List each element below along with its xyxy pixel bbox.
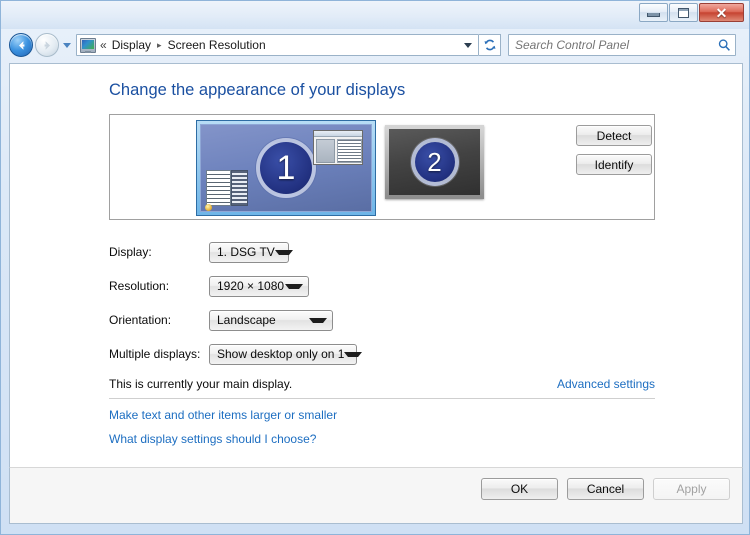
display-dropdown-value: 1. DSG TV (217, 245, 275, 259)
breadcrumb-item-screen-resolution[interactable]: Screen Resolution (168, 38, 266, 52)
window-thumbnail-body (316, 139, 362, 163)
breadcrumb-item-display[interactable]: Display (112, 38, 151, 52)
monitor-preview-2[interactable]: 2 (385, 125, 484, 199)
search-icon[interactable] (717, 38, 731, 52)
status-row: This is currently your main display. Adv… (109, 377, 655, 391)
detect-button[interactable]: Detect (576, 125, 652, 146)
maximize-button[interactable] (669, 3, 698, 22)
refresh-icon (484, 39, 495, 51)
minimize-button[interactable] (639, 3, 668, 22)
maximize-icon (678, 7, 689, 18)
refresh-button[interactable] (479, 34, 501, 56)
monitor-1-window-thumbnail (313, 130, 363, 165)
resolution-dropdown-value: 1920 × 1080 (217, 279, 285, 293)
main-display-status: This is currently your main display. (109, 377, 293, 391)
chevron-down-icon (309, 317, 327, 323)
chevron-down-icon (274, 249, 293, 255)
thumbnail-left-pane (316, 139, 335, 163)
monitor-preview-1[interactable]: 1 (197, 121, 375, 215)
navigation-bar: « Display ▸ Screen Resolution (2, 29, 750, 61)
divider (109, 398, 655, 399)
resolution-label: Resolution: (109, 279, 170, 293)
search-input[interactable] (515, 38, 717, 52)
search-box[interactable] (508, 34, 736, 56)
orientation-label: Orientation: (109, 313, 172, 327)
resolution-dropdown[interactable]: 1920 × 1080 (209, 275, 309, 297)
window-frame: ✕ « Display ▸ Screen Resolution Search C… (0, 0, 750, 535)
display-row: Display: 1. DSG TV (109, 241, 293, 263)
orientation-dropdown-value: Landscape (217, 313, 276, 327)
display-icon (80, 37, 96, 53)
multiple-displays-row: Multiple displays: Show desktop only on … (109, 343, 363, 365)
multiple-displays-dropdown-value: Show desktop only on 1 (217, 347, 345, 361)
chevron-down-icon (344, 351, 363, 357)
what-display-settings-link[interactable]: What display settings should I choose? (109, 432, 316, 446)
startmenu-left-pane (206, 170, 231, 206)
address-bar[interactable]: « Display ▸ Screen Resolution (76, 34, 479, 56)
history-dropdown-icon[interactable] (63, 42, 71, 48)
display-arrangement-panel[interactable]: 1 2 (109, 114, 655, 220)
multiple-displays-dropdown[interactable]: Show desktop only on 1 (209, 343, 363, 365)
display-dropdown[interactable]: 1. DSG TV (209, 241, 293, 263)
apply-button: Apply (653, 478, 730, 500)
resolution-row: Resolution: 1920 × 1080 (109, 275, 309, 297)
address-dropdown-icon[interactable] (464, 42, 472, 48)
monitor-1-startmenu-thumbnail (206, 170, 248, 206)
close-button[interactable]: ✕ (699, 3, 744, 22)
advanced-settings-link[interactable]: Advanced settings (557, 377, 655, 391)
window-controls: ✕ (639, 3, 744, 22)
breadcrumb-separator-icon: ▸ (157, 39, 162, 50)
monitor-2-number: 2 (410, 138, 459, 186)
orientation-row: Orientation: Landscape (109, 309, 333, 331)
chevron-down-icon (285, 283, 303, 289)
make-text-larger-link[interactable]: Make text and other items larger or smal… (109, 408, 337, 422)
content-pane: Change the appearance of your displays 1 (9, 63, 743, 467)
forward-button[interactable] (35, 33, 59, 57)
page-title: Change the appearance of your displays (109, 81, 406, 99)
orientation-dropdown[interactable]: Landscape (209, 309, 333, 331)
thumbnail-right-pane (337, 139, 362, 163)
multiple-displays-label: Multiple displays: (109, 347, 201, 361)
display-label: Display: (109, 245, 152, 259)
command-bar: OK Cancel Apply (9, 467, 743, 524)
cancel-button[interactable]: Cancel (567, 478, 644, 500)
minimize-icon (647, 13, 660, 17)
start-orb-icon (205, 204, 212, 211)
startmenu-right-pane (231, 170, 248, 206)
close-icon: ✕ (715, 4, 728, 21)
forward-arrow-icon (44, 40, 50, 50)
dialog-buttons: OK Cancel Apply (481, 478, 730, 500)
title-bar: ✕ (1, 1, 749, 29)
back-button[interactable] (9, 33, 33, 57)
monitor-1-number: 1 (256, 138, 316, 198)
identify-button[interactable]: Identify (576, 154, 652, 175)
back-arrow-icon (18, 40, 24, 50)
breadcrumb-overflow-icon[interactable]: « (100, 38, 107, 52)
ok-button[interactable]: OK (481, 478, 558, 500)
